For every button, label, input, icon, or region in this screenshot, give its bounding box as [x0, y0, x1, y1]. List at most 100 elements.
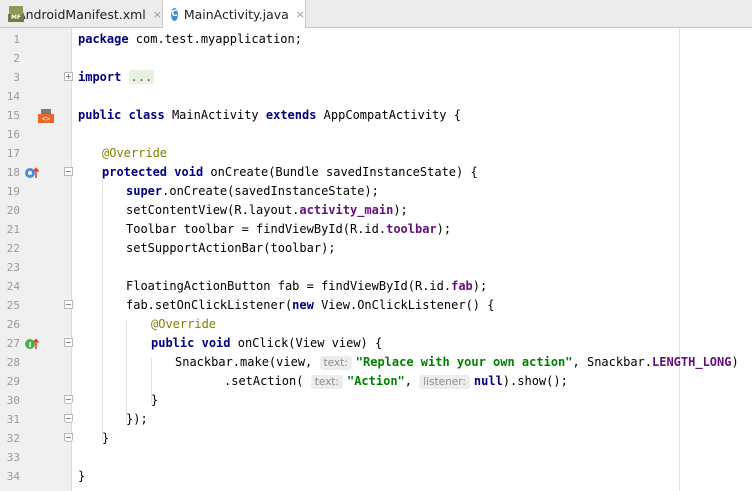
line-number: 32	[6, 432, 20, 445]
code-line-33: 33	[0, 448, 752, 467]
code-line-20: 20 setContentView(R.layout.activity_main…	[0, 201, 752, 220]
keyword: class	[128, 108, 165, 122]
line-number: 28	[6, 356, 20, 369]
line-number: 21	[6, 223, 20, 236]
code-line-3: 3 import ...	[0, 68, 752, 87]
implement-method-icon[interactable]: I	[24, 337, 40, 351]
code-text: );	[472, 279, 488, 293]
line-number: 15	[6, 109, 20, 122]
tab-main-activity[interactable]: C MainActivity.java ×	[163, 0, 306, 28]
line-number: 17	[6, 147, 20, 160]
java-class-icon: C	[171, 7, 178, 21]
code-line-29: 29 .setAction( text: "Action", listener: n…	[0, 372, 752, 391]
line-number: 30	[6, 394, 20, 407]
code-text: FloatingActionButton fab = findViewById(…	[126, 279, 452, 293]
code-line-34: 34 }	[0, 467, 752, 486]
keyword: null	[473, 374, 503, 388]
code-line-25: 25 fab.setOnClickListener(new View.OnCli…	[0, 296, 752, 315]
code-line-19: 19 super.onCreate(savedInstanceState);	[0, 182, 752, 201]
fold-collapse-icon[interactable]	[64, 167, 73, 176]
line-number: 14	[6, 90, 20, 103]
line-number: 18	[6, 166, 20, 179]
svg-text:<>: <>	[42, 115, 50, 123]
code-text: );	[436, 222, 452, 236]
fold-end-icon[interactable]	[64, 433, 73, 442]
line-number: 27	[6, 337, 20, 350]
line-number: 24	[6, 280, 20, 293]
code-text: }	[151, 393, 159, 407]
layout-activity-icon[interactable]: <>	[38, 109, 54, 123]
tab-label: MainActivity.java	[183, 6, 289, 22]
annotation: @Override	[151, 317, 217, 331]
code-line-15: 15 <> public class MainActivity extends …	[0, 106, 752, 125]
close-icon[interactable]: ×	[153, 8, 162, 21]
fold-expand-icon[interactable]	[64, 72, 73, 81]
code-text: View.OnClickListener() {	[313, 298, 495, 312]
code-text: );	[393, 203, 408, 217]
field-reference: toolbar	[386, 222, 437, 236]
line-number: 34	[6, 470, 20, 483]
parameter-hint: text:	[310, 375, 343, 389]
override-method-icon[interactable]	[24, 166, 40, 180]
keyword: import	[78, 70, 122, 84]
code-text: setContentView(R.layout.	[126, 203, 300, 217]
code-text: fab.setOnClickListener(	[126, 298, 293, 312]
code-text: onClick(View view) {	[230, 336, 383, 350]
code-text: }	[102, 431, 110, 445]
code-line-23: 23	[0, 258, 752, 277]
code-line-24: 24 FloatingActionButton fab = findViewBy…	[0, 277, 752, 296]
keyword: package	[78, 32, 129, 46]
line-number: 1	[13, 33, 20, 46]
line-number: 26	[6, 318, 20, 331]
parameter-hint: text:	[319, 356, 352, 370]
line-number: 31	[6, 413, 20, 426]
code-line-17: 17 @Override	[0, 144, 752, 163]
code-text: )	[731, 355, 739, 369]
code-text: AppCompatActivity {	[316, 108, 461, 122]
code-text: .onCreate(savedInstanceState);	[162, 184, 379, 198]
fold-end-icon[interactable]	[64, 414, 73, 423]
keyword: void	[174, 165, 204, 179]
code-text: .setAction(	[224, 374, 311, 388]
collapsed-imports[interactable]: ...	[128, 70, 155, 84]
string-literal: "Action"	[346, 374, 405, 388]
close-icon[interactable]: ×	[296, 8, 305, 21]
field-reference: LENGTH_LONG	[652, 355, 732, 369]
code-line-31: 31 });	[0, 410, 752, 429]
code-text: , Snackbar.	[572, 355, 652, 369]
code-text: Snackbar.make(view,	[175, 355, 320, 369]
line-number: 16	[6, 128, 20, 141]
manifest-file-icon: MF	[8, 6, 24, 22]
keyword: extends	[265, 108, 317, 122]
fold-end-icon[interactable]	[64, 395, 73, 404]
svg-text:I: I	[29, 341, 32, 349]
line-number: 23	[6, 261, 20, 274]
string-literal: "Replace with your own action"	[355, 355, 573, 369]
code-text: ).show();	[502, 374, 568, 388]
code-line-27: 27 I public void onClick(View view) {	[0, 334, 752, 353]
tab-android-manifest[interactable]: MF AndroidManifest.xml ×	[0, 0, 163, 28]
fold-collapse-icon[interactable]	[64, 338, 73, 347]
annotation: @Override	[102, 146, 168, 160]
keyword: public	[78, 108, 122, 122]
field-reference: activity_main	[299, 203, 394, 217]
code-line-30: 30 }	[0, 391, 752, 410]
fold-collapse-icon[interactable]	[64, 300, 73, 309]
field-reference: fab	[451, 279, 473, 293]
line-number: 33	[6, 451, 20, 464]
code-line-32: 32 }	[0, 429, 752, 448]
code-line-22: 22 setSupportActionBar(toolbar);	[0, 239, 752, 258]
code-line-16: 16	[0, 125, 752, 144]
keyword: new	[292, 298, 314, 312]
line-number: 2	[13, 52, 20, 65]
line-number: 22	[6, 242, 20, 255]
editor-tab-bar: MF AndroidManifest.xml × C MainActivity.…	[0, 0, 752, 28]
code-line-21: 21 Toolbar toolbar = findViewById(R.id.t…	[0, 220, 752, 239]
code-line-28: 28 Snackbar.make(view, text: "Replace wit…	[0, 353, 752, 372]
parameter-hint: listener:	[419, 375, 470, 389]
code-text: com.test.myapplication;	[128, 32, 302, 46]
code-line-18: 18 protected void onCreate(Bundle savedI…	[0, 163, 752, 182]
class-name: MainActivity	[164, 108, 266, 122]
code-line-14: 14	[0, 87, 752, 106]
code-line-2: 2	[0, 49, 752, 68]
